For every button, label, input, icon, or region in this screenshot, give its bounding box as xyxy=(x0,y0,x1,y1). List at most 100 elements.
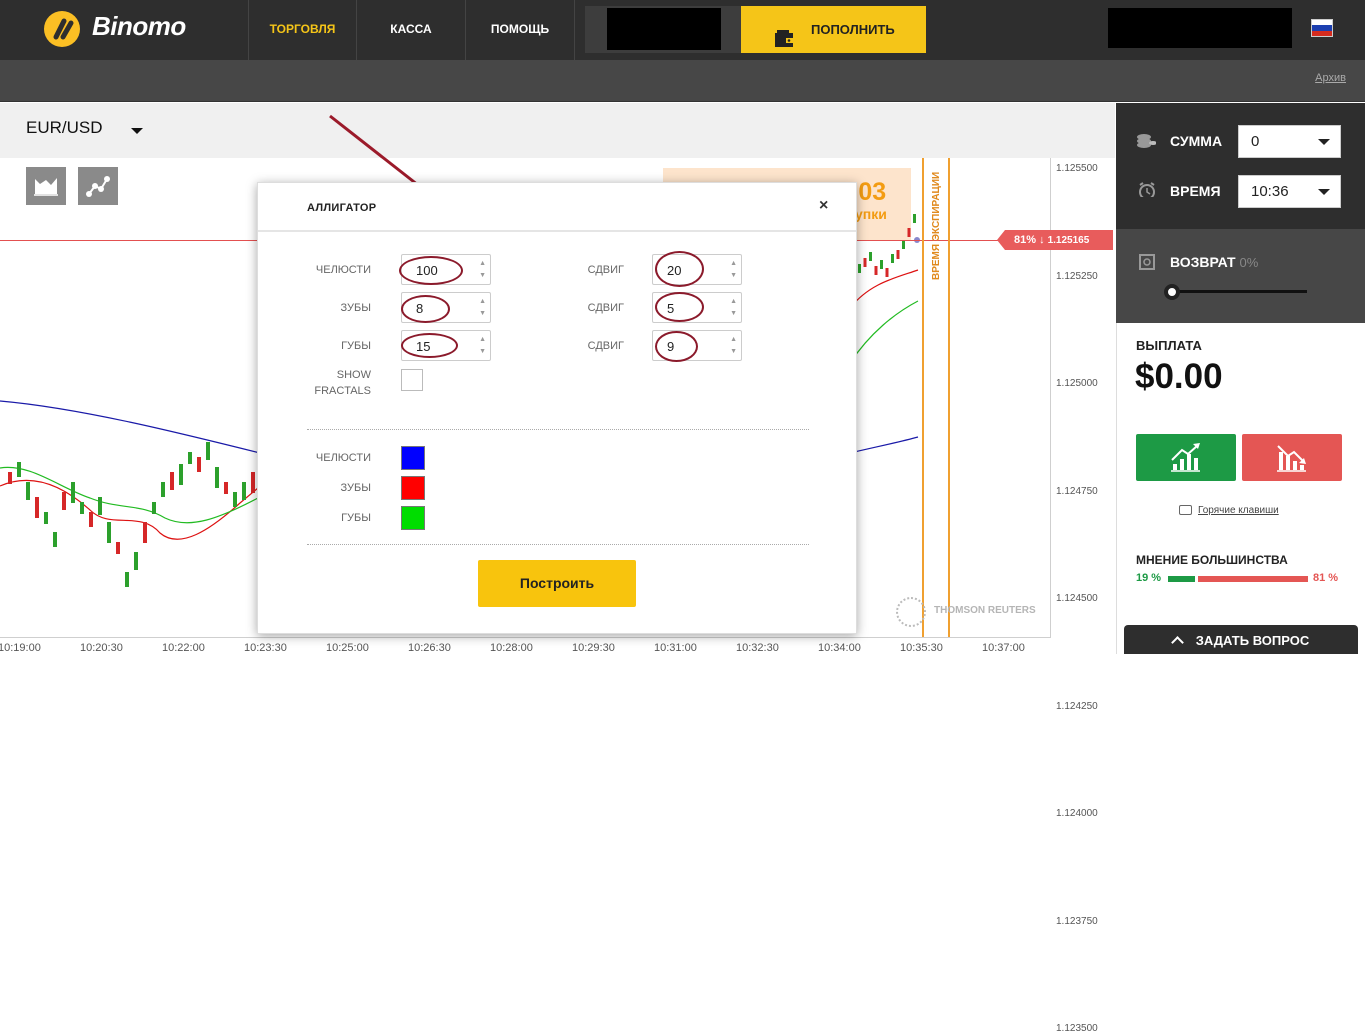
return-slider-handle[interactable] xyxy=(1164,284,1180,300)
put-down-button[interactable] xyxy=(1242,434,1342,481)
candle xyxy=(874,266,878,275)
x-tick-label: 10:37:00 xyxy=(982,642,1025,654)
trend-down-icon xyxy=(1277,445,1306,472)
nav-trading[interactable]: ТОРГОВЛЯ xyxy=(249,0,356,60)
pair-bar xyxy=(0,103,1115,158)
dotted-divider xyxy=(307,544,809,545)
logo-text[interactable]: Binomo xyxy=(92,11,186,42)
highlight-oval xyxy=(655,292,704,322)
lips-color-swatch[interactable] xyxy=(401,506,425,530)
binomo-logo-icon[interactable] xyxy=(44,11,80,47)
payout-value: $0.00 xyxy=(1135,357,1223,396)
spin-down-icon: ▼ xyxy=(479,348,486,355)
x-axis xyxy=(0,637,1050,638)
y-tick-label: 1.124750 xyxy=(1056,485,1098,497)
deposit-button[interactable]: ПОПОЛНИТЬ xyxy=(741,6,926,53)
amount-label: СУММА xyxy=(1170,133,1223,149)
chevron-down-icon[interactable] xyxy=(131,128,143,134)
amount-select[interactable]: 0 xyxy=(1238,125,1341,158)
teeth-color-label: ЗУБЫ xyxy=(340,482,371,494)
candle xyxy=(143,522,147,543)
candle xyxy=(880,260,883,269)
y-tick-label: 1.125000 xyxy=(1056,378,1098,389)
jaws-color-swatch[interactable] xyxy=(401,446,425,470)
y-tick-label: 1.123750 xyxy=(1056,915,1098,927)
account-redacted[interactable] xyxy=(1108,8,1292,48)
nav-cashier[interactable]: КАССА xyxy=(357,0,465,60)
hotkeys-link[interactable]: Горячие клавиши xyxy=(1198,505,1279,516)
candle xyxy=(161,482,165,497)
y-tick-label: 1.124500 xyxy=(1056,593,1098,604)
y-tick-label: 1.123500 xyxy=(1056,1023,1098,1034)
dialog-title: АЛЛИГАТОР xyxy=(307,202,377,214)
provider-label: THOMSON REUTERS xyxy=(934,605,1036,616)
sub-bar: Архив xyxy=(0,60,1365,102)
highlight-oval xyxy=(655,251,704,287)
price-tag: 81% ↓ 1.125165 xyxy=(997,230,1113,250)
majority-down-percent: 81 % xyxy=(1313,572,1339,584)
build-button[interactable]: Построить xyxy=(478,560,636,607)
candle xyxy=(869,252,872,261)
time-select[interactable]: 10:36 xyxy=(1238,175,1341,208)
archive-link[interactable]: Архив xyxy=(1315,72,1346,84)
highlight-oval xyxy=(655,331,698,362)
candle xyxy=(233,492,237,507)
majority-up-bar xyxy=(1168,576,1195,582)
candle xyxy=(53,532,57,547)
x-tick-label: 10:25:00 xyxy=(326,642,369,654)
keyboard-icon[interactable] xyxy=(1179,505,1192,515)
call-up-button[interactable] xyxy=(1136,434,1236,481)
candle xyxy=(188,452,192,464)
russia-flag-icon[interactable] xyxy=(1311,19,1333,37)
candle xyxy=(44,512,48,524)
price-tag-pct: 81% ↓ xyxy=(1014,234,1045,246)
spin-up-icon: ▲ xyxy=(479,260,486,267)
teeth-period-label: ЗУБЫ xyxy=(340,302,371,314)
candle xyxy=(152,502,156,514)
candle xyxy=(62,492,66,510)
candle xyxy=(206,442,210,460)
return-percent: 0% xyxy=(1239,255,1259,270)
teeth-color-swatch[interactable] xyxy=(401,476,425,500)
price-tag-value: 1.125165 xyxy=(1047,235,1090,246)
candle xyxy=(215,467,219,488)
candle xyxy=(116,542,120,554)
trade-panel-top xyxy=(1116,103,1365,229)
safe-icon xyxy=(1139,254,1155,270)
lips-shift-label: СДВИГ xyxy=(587,340,624,352)
close-icon[interactable]: × xyxy=(819,197,828,215)
show-fractals-checkbox[interactable] xyxy=(401,369,423,391)
spin-down-icon: ▼ xyxy=(730,310,737,317)
return-slider-track[interactable] xyxy=(1167,290,1307,293)
dialog-divider xyxy=(258,230,856,232)
x-tick-label: 10:26:30 xyxy=(408,642,451,654)
nav-help[interactable]: ПОМОЩЬ xyxy=(466,0,574,60)
candle xyxy=(125,572,129,587)
deposit-label: ПОПОЛНИТЬ xyxy=(811,22,895,37)
balance-redacted xyxy=(607,8,721,50)
jaws-shift-label: СДВИГ xyxy=(587,264,624,276)
show-fractals-label-2: FRACTALS xyxy=(314,385,371,397)
x-tick-label: 10:29:30 xyxy=(572,642,615,654)
candle xyxy=(71,482,75,503)
return-label: ВОЗВРАТ 0% xyxy=(1170,254,1259,270)
candle xyxy=(89,512,93,527)
candle xyxy=(98,497,102,515)
y-tick-label: 1.125500 xyxy=(1056,163,1098,174)
y-tick-label: 1.125250 xyxy=(1056,270,1098,282)
majority-up-percent: 19 % xyxy=(1136,572,1162,584)
expiration-line xyxy=(948,158,950,638)
y-tick-label: 1.124000 xyxy=(1056,808,1098,819)
alarm-clock-icon xyxy=(1139,182,1155,197)
asset-selector[interactable]: EUR/USD xyxy=(26,118,103,138)
show-fractals-label-1: SHOW xyxy=(336,369,371,381)
candle xyxy=(8,472,12,484)
candle xyxy=(134,552,138,570)
x-tick-label: 10:34:00 xyxy=(818,642,861,654)
payout-label: ВЫПЛАТА xyxy=(1136,338,1202,353)
alligator-settings-dialog: АЛЛИГАТОР × ЧЕЛЮСТИ 100 ▲ ▼ СДВИГ 20 ▲ ▼ ЗУБ… xyxy=(257,182,857,634)
candle xyxy=(35,497,39,518)
x-tick-label: 10:22:00 xyxy=(162,642,205,654)
x-tick-label: 10:20:30 xyxy=(80,642,123,654)
ask-question-button[interactable]: ЗАДАТЬ ВОПРОС xyxy=(1124,625,1358,654)
